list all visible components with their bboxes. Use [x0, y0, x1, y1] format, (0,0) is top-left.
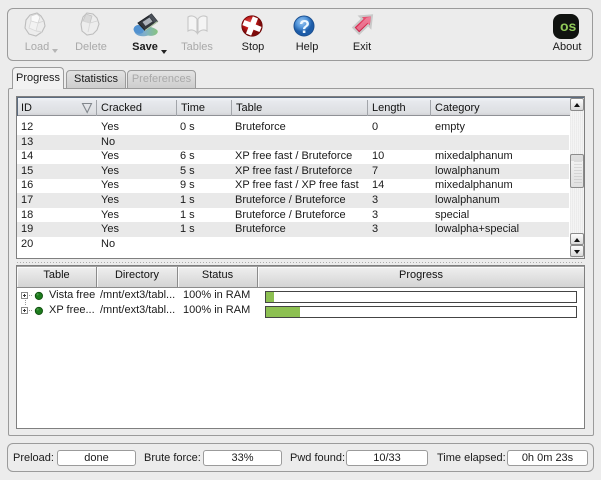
svg-text:?: ?: [299, 17, 310, 37]
